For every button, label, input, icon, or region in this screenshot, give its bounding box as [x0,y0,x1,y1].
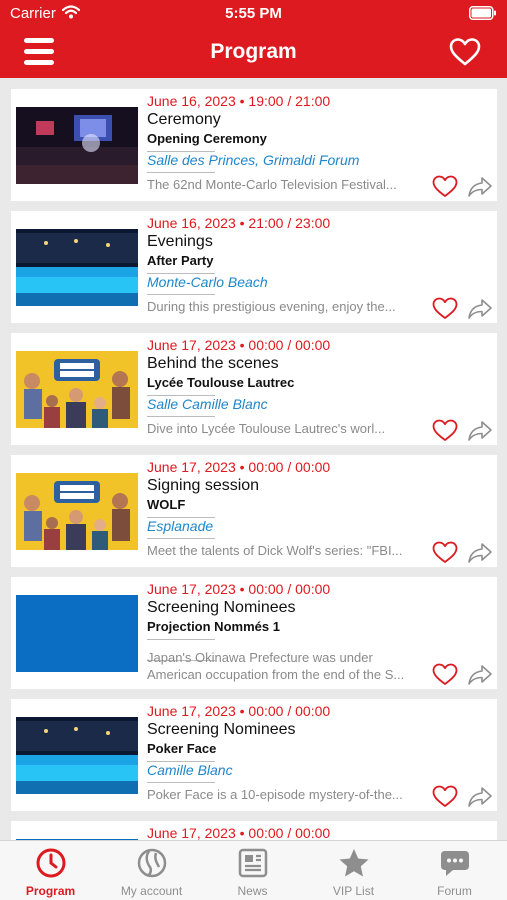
event-venue-link[interactable]: Esplanade [147,518,487,536]
share-arrow-icon[interactable] [467,298,493,320]
event-venue-link[interactable]: Salle des Princes, Grimaldi Forum [147,152,487,170]
event-date: June 17, 2023 • 00:00 / 00:00 [147,703,331,719]
favorites-heart-icon[interactable] [449,37,481,67]
event-date: June 16, 2023 • 19:00 / 21:00 [147,93,331,109]
event-description: Dive into Lycée Toulouse Lautrec's worl.… [147,421,386,436]
tab-label: Forum [437,884,472,898]
event-description: Meet the talents of Dick Wolf's series: … [147,543,403,558]
newspaper-icon [238,848,268,878]
event-description: Japan's Okinawa Prefecture was under Ame… [147,650,405,682]
event-name: WOLF [147,497,186,512]
share-arrow-icon[interactable] [467,786,493,808]
event-venue-link[interactable]: Monte-Carlo Beach [147,274,487,292]
favorite-heart-icon[interactable] [432,419,458,442]
event-name: Opening Ceremony [147,131,267,146]
tab-label: My account [120,884,183,898]
event-name: After Party [147,253,214,268]
battery-icon [469,6,496,20]
tab-label: News [237,884,268,898]
event-thumbnail [16,229,138,306]
tab-program[interactable]: Program [0,841,101,900]
event-type: Ceremony [147,111,221,128]
event-date: June 17, 2023 • 00:00 / 00:00 [147,581,331,597]
tab-news[interactable]: News [202,841,303,900]
share-arrow-icon[interactable] [467,420,493,442]
chat-bubble-icon [441,851,469,876]
event-name: Poker Face [147,741,217,756]
divider [147,172,215,173]
event-description: Poker Face is a 10-episode mystery-of-th… [147,787,403,802]
event-thumbnail [16,717,138,794]
favorite-heart-icon[interactable] [432,663,458,686]
tab-bar: Program My account News VIP List Forum [0,840,507,900]
event-venue-link[interactable]: Camille Blanc [147,762,487,780]
divider [147,416,215,417]
share-arrow-icon[interactable] [467,542,493,564]
event-type: Behind the scenes [147,355,279,372]
favorite-heart-icon[interactable] [432,541,458,564]
event-card[interactable]: June 17, 2023 • 00:00 / 00:00 [11,821,497,840]
divider [147,782,215,783]
event-description: The 62nd Monte-Carlo Television Festival… [147,177,397,192]
tab-my-account[interactable]: My account [101,841,202,900]
event-card[interactable]: June 16, 2023 • 21:00 / 23:00 Evenings Aft… [11,211,497,323]
event-name: Lycée Toulouse Lautrec [147,375,295,390]
event-date: June 17, 2023 • 00:00 / 00:00 [147,825,331,840]
tab-vip-list[interactable]: VIP List [303,841,404,900]
event-card[interactable]: June 17, 2023 • 00:00 / 00:00 Signing ses… [11,455,497,567]
event-date: June 17, 2023 • 00:00 / 00:00 [147,337,331,353]
event-list[interactable]: June 16, 2023 • 19:00 / 21:00 Ceremony Ope… [0,78,507,840]
divider [147,538,215,539]
divider [147,294,215,295]
event-name: Projection Nommés 1 [147,619,280,634]
star-icon [339,849,369,877]
status-bar: Carrier 5:55 PM [0,0,507,28]
share-arrow-icon[interactable] [467,176,493,198]
tab-forum[interactable]: Forum [404,841,505,900]
favorite-heart-icon[interactable] [432,785,458,808]
page-title: Program [210,40,297,63]
tab-label: Program [25,884,76,898]
favorite-heart-icon[interactable] [432,297,458,320]
event-thumbnail [16,351,138,428]
clock-icon [36,848,66,878]
event-thumbnail [16,107,138,184]
event-card[interactable]: June 17, 2023 • 00:00 / 00:00 Behind the … [11,333,497,445]
account-icon [137,848,167,878]
navigation-bar: Carrier 5:55 PM Program [0,0,507,78]
share-arrow-icon[interactable] [467,664,493,686]
event-type: Screening Nominees [147,599,296,616]
status-time: 5:55 PM [225,5,282,22]
event-date: June 17, 2023 • 00:00 / 00:00 [147,459,331,475]
tab-label: VIP List [332,884,375,898]
event-thumbnail [16,595,138,672]
event-date: June 16, 2023 • 21:00 / 23:00 [147,215,331,231]
event-card[interactable]: June 17, 2023 • 00:00 / 00:00 Screening N… [11,577,497,689]
event-card[interactable]: June 16, 2023 • 19:00 / 21:00 Ceremony Ope… [11,89,497,201]
event-card[interactable]: June 17, 2023 • 00:00 / 00:00 Screening N… [11,699,497,811]
event-description: During this prestigious evening, enjoy t… [147,299,396,314]
event-type: Evenings [147,233,213,250]
favorite-heart-icon[interactable] [432,175,458,198]
event-type: Signing session [147,477,260,494]
event-type: Screening Nominees [147,721,296,738]
event-venue-link[interactable]: Salle Camille Blanc [147,396,487,414]
event-thumbnail [16,473,138,550]
